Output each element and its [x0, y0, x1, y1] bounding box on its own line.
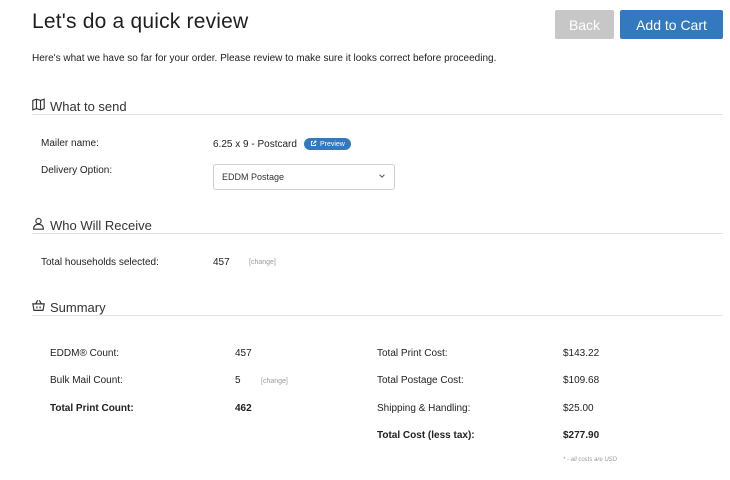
- external-link-icon: [310, 140, 317, 149]
- eddm-count-label: EDDM® Count:: [50, 348, 120, 359]
- bulk-mail-change-link[interactable]: [change]: [261, 378, 288, 385]
- intro-text: Here's what we have so far for your orde…: [32, 53, 497, 64]
- delivery-option-label: Delivery Option:: [41, 165, 113, 176]
- households-change-link[interactable]: [change]: [249, 259, 276, 266]
- divider: [32, 315, 723, 316]
- map-icon: [32, 98, 45, 114]
- shipping-label: Shipping & Handling:: [377, 403, 471, 414]
- print-cost-value: $143.22: [563, 348, 600, 359]
- user-icon: [32, 217, 45, 233]
- print-cost-label: Total Print Cost:: [377, 348, 448, 359]
- section-heading: What to send: [50, 98, 127, 114]
- chevron-down-icon: [378, 172, 386, 182]
- total-print-count-value: 462: [235, 403, 252, 414]
- section-heading: Summary: [50, 299, 106, 315]
- postage-cost-label: Total Postage Cost:: [377, 375, 464, 386]
- mailer-name-label: Mailer name:: [41, 138, 99, 149]
- shipping-value: $25.00: [563, 403, 594, 414]
- mailer-name-value: 6.25 x 9 - Postcard Preview: [213, 138, 351, 150]
- delivery-option-select[interactable]: EDDM Postage: [213, 164, 395, 190]
- preview-label: Preview: [319, 140, 345, 148]
- section-summary: Summary: [32, 299, 106, 315]
- section-heading: Who Will Receive: [50, 217, 152, 233]
- add-to-cart-button[interactable]: Add to Cart: [620, 10, 723, 39]
- total-cost-label: Total Cost (less tax):: [377, 430, 475, 441]
- back-button[interactable]: Back: [555, 10, 614, 39]
- currency-footnote: * - all costs are USD: [563, 457, 618, 463]
- bulk-mail-count-label: Bulk Mail Count:: [50, 375, 123, 386]
- section-what-to-send: What to send: [32, 98, 127, 114]
- divider: [32, 233, 723, 234]
- postage-cost-value: $109.68: [563, 375, 600, 386]
- preview-button[interactable]: Preview: [303, 138, 351, 150]
- page-title: Let's do a quick review: [32, 10, 249, 33]
- total-cost-value: $277.90: [563, 430, 600, 441]
- divider: [32, 114, 723, 115]
- bulk-mail-count-value: 5: [235, 375, 241, 386]
- households-value: 457: [213, 257, 230, 268]
- total-print-count-label: Total Print Count:: [50, 403, 134, 414]
- basket-icon: [32, 299, 45, 315]
- mailer-name-text: 6.25 x 9 - Postcard: [213, 138, 297, 150]
- eddm-count-value: 457: [235, 348, 252, 359]
- households-label: Total households selected:: [41, 257, 159, 268]
- section-who-will-receive: Who Will Receive: [32, 217, 152, 233]
- delivery-option-value: EDDM Postage: [222, 172, 285, 182]
